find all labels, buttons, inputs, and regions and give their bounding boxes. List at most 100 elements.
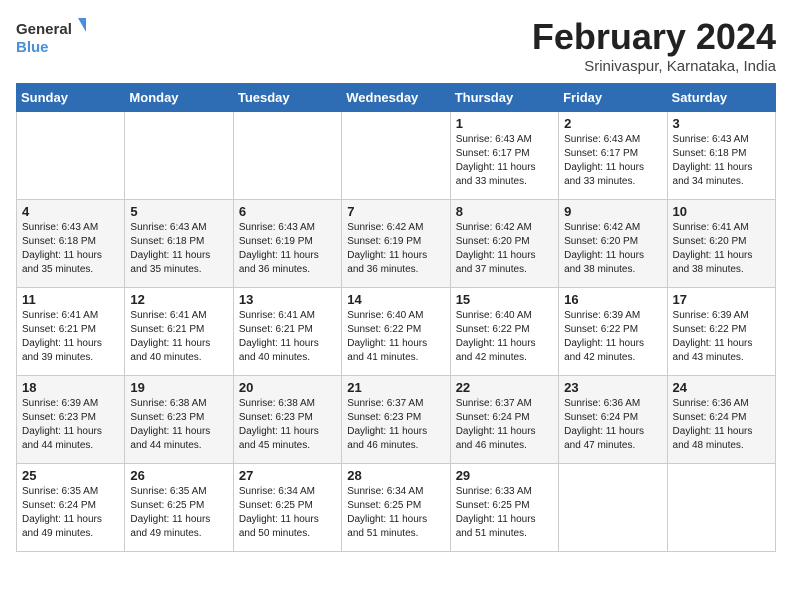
day-number: 12 <box>130 292 227 307</box>
calendar-cell: 9 Sunrise: 6:42 AM Sunset: 6:20 PM Daylig… <box>559 200 667 288</box>
day-of-week-header: Saturday <box>667 84 775 112</box>
calendar-week-row: 4 Sunrise: 6:43 AM Sunset: 6:18 PM Daylig… <box>17 200 776 288</box>
day-info: Sunrise: 6:42 AM Sunset: 6:20 PM Dayligh… <box>456 221 553 277</box>
day-number: 21 <box>347 380 444 395</box>
day-number: 28 <box>347 468 444 483</box>
calendar-cell: 1 Sunrise: 6:43 AM Sunset: 6:17 PM Daylig… <box>450 112 558 200</box>
day-number: 10 <box>673 204 770 219</box>
day-info: Sunrise: 6:34 AM Sunset: 6:25 PM Dayligh… <box>239 485 336 541</box>
day-of-week-header: Wednesday <box>342 84 450 112</box>
svg-text:General: General <box>16 21 72 38</box>
calendar-header-row: SundayMondayTuesdayWednesdayThursdayFrid… <box>17 84 776 112</box>
day-number: 22 <box>456 380 553 395</box>
calendar-cell <box>342 112 450 200</box>
day-info: Sunrise: 6:43 AM Sunset: 6:17 PM Dayligh… <box>456 133 553 189</box>
calendar-week-row: 11 Sunrise: 6:41 AM Sunset: 6:21 PM Dayli… <box>17 288 776 376</box>
day-info: Sunrise: 6:43 AM Sunset: 6:18 PM Dayligh… <box>22 221 119 277</box>
calendar-cell: 13 Sunrise: 6:41 AM Sunset: 6:21 PM Dayli… <box>233 288 341 376</box>
day-info: Sunrise: 6:33 AM Sunset: 6:25 PM Dayligh… <box>456 485 553 541</box>
day-of-week-header: Friday <box>559 84 667 112</box>
calendar-week-row: 1 Sunrise: 6:43 AM Sunset: 6:17 PM Daylig… <box>17 112 776 200</box>
day-info: Sunrise: 6:37 AM Sunset: 6:24 PM Dayligh… <box>456 397 553 453</box>
calendar-cell: 27 Sunrise: 6:34 AM Sunset: 6:25 PM Dayli… <box>233 464 341 552</box>
day-number: 29 <box>456 468 553 483</box>
day-info: Sunrise: 6:41 AM Sunset: 6:21 PM Dayligh… <box>239 309 336 365</box>
day-number: 19 <box>130 380 227 395</box>
calendar-cell <box>667 464 775 552</box>
day-number: 20 <box>239 380 336 395</box>
day-number: 16 <box>564 292 661 307</box>
calendar-cell: 7 Sunrise: 6:42 AM Sunset: 6:19 PM Daylig… <box>342 200 450 288</box>
day-info: Sunrise: 6:38 AM Sunset: 6:23 PM Dayligh… <box>239 397 336 453</box>
calendar-cell: 12 Sunrise: 6:41 AM Sunset: 6:21 PM Dayli… <box>125 288 233 376</box>
calendar-week-row: 25 Sunrise: 6:35 AM Sunset: 6:24 PM Dayli… <box>17 464 776 552</box>
day-number: 17 <box>673 292 770 307</box>
day-info: Sunrise: 6:36 AM Sunset: 6:24 PM Dayligh… <box>564 397 661 453</box>
day-info: Sunrise: 6:41 AM Sunset: 6:20 PM Dayligh… <box>673 221 770 277</box>
day-info: Sunrise: 6:40 AM Sunset: 6:22 PM Dayligh… <box>456 309 553 365</box>
day-number: 9 <box>564 204 661 219</box>
day-number: 24 <box>673 380 770 395</box>
calendar-cell <box>125 112 233 200</box>
day-number: 23 <box>564 380 661 395</box>
day-number: 27 <box>239 468 336 483</box>
calendar-cell: 25 Sunrise: 6:35 AM Sunset: 6:24 PM Dayli… <box>17 464 125 552</box>
calendar-cell <box>17 112 125 200</box>
svg-text:Blue: Blue <box>16 39 49 56</box>
calendar-cell: 4 Sunrise: 6:43 AM Sunset: 6:18 PM Daylig… <box>17 200 125 288</box>
day-number: 5 <box>130 204 227 219</box>
calendar-cell: 16 Sunrise: 6:39 AM Sunset: 6:22 PM Dayli… <box>559 288 667 376</box>
day-of-week-header: Tuesday <box>233 84 341 112</box>
day-number: 8 <box>456 204 553 219</box>
calendar-cell: 14Sunrise: 6:40 AM Sunset: 6:22 PM Dayli… <box>342 288 450 376</box>
calendar-cell: 29 Sunrise: 6:33 AM Sunset: 6:25 PM Dayli… <box>450 464 558 552</box>
calendar-table: SundayMondayTuesdayWednesdayThursdayFrid… <box>16 83 776 552</box>
day-info: Sunrise: 6:38 AM Sunset: 6:23 PM Dayligh… <box>130 397 227 453</box>
day-info: Sunrise: 6:43 AM Sunset: 6:18 PM Dayligh… <box>130 221 227 277</box>
day-number: 15 <box>456 292 553 307</box>
day-number: 13 <box>239 292 336 307</box>
day-info: Sunrise: 6:42 AM Sunset: 6:20 PM Dayligh… <box>564 221 661 277</box>
day-number: 25 <box>22 468 119 483</box>
page-header: General Blue February 2024 Srinivaspur, … <box>16 16 776 75</box>
day-info: Sunrise: 6:40 AM Sunset: 6:22 PM Dayligh… <box>347 309 444 365</box>
calendar-cell: 24Sunrise: 6:36 AM Sunset: 6:24 PM Dayli… <box>667 376 775 464</box>
calendar-cell: 26Sunrise: 6:35 AM Sunset: 6:25 PM Dayli… <box>125 464 233 552</box>
day-number: 1 <box>456 116 553 131</box>
day-info: Sunrise: 6:42 AM Sunset: 6:19 PM Dayligh… <box>347 221 444 277</box>
day-info: Sunrise: 6:37 AM Sunset: 6:23 PM Dayligh… <box>347 397 444 453</box>
calendar-title: February 2024 <box>532 16 776 58</box>
day-info: Sunrise: 6:35 AM Sunset: 6:24 PM Dayligh… <box>22 485 119 541</box>
calendar-cell: 11 Sunrise: 6:41 AM Sunset: 6:21 PM Dayli… <box>17 288 125 376</box>
day-number: 11 <box>22 292 119 307</box>
calendar-cell: 22 Sunrise: 6:37 AM Sunset: 6:24 PM Dayli… <box>450 376 558 464</box>
day-info: Sunrise: 6:43 AM Sunset: 6:19 PM Dayligh… <box>239 221 336 277</box>
day-of-week-header: Monday <box>125 84 233 112</box>
day-info: Sunrise: 6:39 AM Sunset: 6:23 PM Dayligh… <box>22 397 119 453</box>
day-number: 7 <box>347 204 444 219</box>
calendar-cell: 17Sunrise: 6:39 AM Sunset: 6:22 PM Dayli… <box>667 288 775 376</box>
day-of-week-header: Thursday <box>450 84 558 112</box>
calendar-cell: 3Sunrise: 6:43 AM Sunset: 6:18 PM Daylig… <box>667 112 775 200</box>
calendar-cell <box>559 464 667 552</box>
calendar-cell: 2 Sunrise: 6:43 AM Sunset: 6:17 PM Daylig… <box>559 112 667 200</box>
day-info: Sunrise: 6:41 AM Sunset: 6:21 PM Dayligh… <box>22 309 119 365</box>
day-number: 2 <box>564 116 661 131</box>
calendar-cell: 19 Sunrise: 6:38 AM Sunset: 6:23 PM Dayli… <box>125 376 233 464</box>
calendar-cell: 20 Sunrise: 6:38 AM Sunset: 6:23 PM Dayli… <box>233 376 341 464</box>
logo: General Blue <box>16 16 86 60</box>
generalblue-logo: General Blue <box>16 16 86 60</box>
calendar-week-row: 18Sunrise: 6:39 AM Sunset: 6:23 PM Dayli… <box>17 376 776 464</box>
day-number: 4 <box>22 204 119 219</box>
day-info: Sunrise: 6:41 AM Sunset: 6:21 PM Dayligh… <box>130 309 227 365</box>
calendar-cell: 21 Sunrise: 6:37 AM Sunset: 6:23 PM Dayli… <box>342 376 450 464</box>
calendar-cell: 8 Sunrise: 6:42 AM Sunset: 6:20 PM Daylig… <box>450 200 558 288</box>
day-number: 6 <box>239 204 336 219</box>
day-of-week-header: Sunday <box>17 84 125 112</box>
title-block: February 2024 Srinivaspur, Karnataka, In… <box>532 16 776 75</box>
day-info: Sunrise: 6:34 AM Sunset: 6:25 PM Dayligh… <box>347 485 444 541</box>
day-number: 26 <box>130 468 227 483</box>
day-info: Sunrise: 6:43 AM Sunset: 6:18 PM Dayligh… <box>673 133 770 189</box>
day-info: Sunrise: 6:43 AM Sunset: 6:17 PM Dayligh… <box>564 133 661 189</box>
day-info: Sunrise: 6:39 AM Sunset: 6:22 PM Dayligh… <box>564 309 661 365</box>
